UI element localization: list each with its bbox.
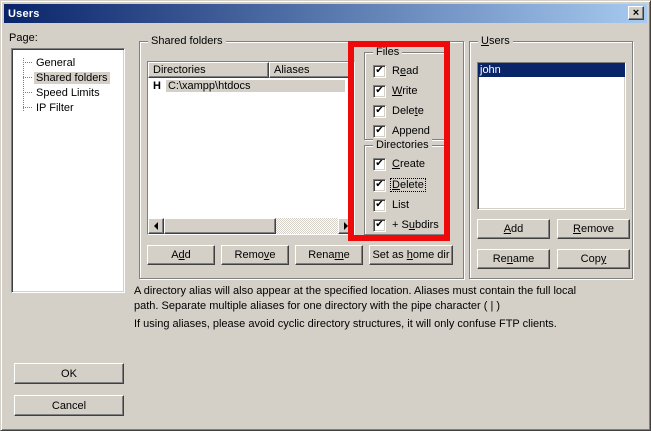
tree-branch-icon [23, 107, 32, 108]
user-row[interactable]: john [478, 63, 625, 77]
shared-folders-group: Shared folders Directories Aliases H C:\… [139, 41, 464, 279]
users-group: Users john Add Remove Rename Copy [469, 41, 633, 279]
button-label: Cancel [52, 400, 86, 412]
help-line: If using aliases, please avoid cyclic di… [134, 317, 576, 332]
button-label: Copy [581, 253, 607, 265]
create-checkbox[interactable] [373, 158, 386, 171]
checkbox-label: Write [391, 85, 418, 97]
users-group-label: Users [478, 35, 513, 47]
list-checkbox[interactable] [373, 199, 386, 212]
close-button[interactable]: × [628, 6, 644, 20]
delete-files-checkbox[interactable] [373, 105, 386, 118]
checkbox-label: Append [391, 125, 431, 137]
column-header-directories[interactable]: Directories [148, 62, 269, 78]
scroll-left-button[interactable] [148, 218, 164, 234]
checkbox-row-files-append[interactable]: Append [373, 124, 431, 138]
button-label: Add [504, 223, 524, 235]
sidebar-item-ip-filter[interactable]: IP Filter [14, 100, 122, 115]
column-header-aliases[interactable]: Aliases [269, 62, 354, 78]
remove-folder-button[interactable]: Remove [221, 245, 289, 265]
copy-user-button[interactable]: Copy [557, 249, 630, 269]
directory-path: C:\xampp\htdocs [166, 80, 345, 92]
sidebar-item-shared-folders[interactable]: Shared folders [14, 70, 122, 85]
window-title: Users [4, 8, 40, 20]
directories-list-body[interactable]: H C:\xampp\htdocs [148, 78, 354, 218]
set-as-home-dir-button[interactable]: Set as home dir [369, 245, 453, 265]
close-icon: × [633, 8, 639, 19]
checkbox-label: Delete [391, 179, 425, 191]
directories-permissions-group: Directories Create Delete List + Subdirs [364, 145, 447, 235]
scroll-thumb[interactable] [164, 218, 276, 234]
checkbox-row-dirs-subdirs[interactable]: + Subdirs [373, 218, 440, 232]
home-directory-flag: H [153, 80, 161, 92]
cancel-button[interactable]: Cancel [14, 395, 124, 416]
sidebar-item-label: Speed Limits [34, 87, 102, 99]
arrow-left-icon [150, 222, 158, 230]
alias-help-text: A directory alias will also appear at th… [134, 284, 576, 332]
files-group-label: Files [373, 46, 402, 58]
checkbox-row-dirs-create[interactable]: Create [373, 157, 426, 171]
rename-user-button[interactable]: Rename [477, 249, 550, 269]
write-checkbox[interactable] [373, 85, 386, 98]
checkbox-row-files-write[interactable]: Write [373, 84, 418, 98]
sidebar-item-speed-limits[interactable]: Speed Limits [14, 85, 122, 100]
page-tree[interactable]: General Shared folders Speed Limits IP F… [11, 48, 125, 293]
users-dialog: Users × Page: General Shared folders Spe… [0, 0, 651, 431]
page-tree-inner: General Shared folders Speed Limits IP F… [14, 51, 122, 290]
page-label: Page: [9, 32, 38, 44]
subdirs-checkbox[interactable] [373, 219, 386, 232]
checkbox-label: Create [391, 158, 426, 170]
delete-dirs-checkbox[interactable] [373, 179, 386, 192]
checkbox-label: Read [391, 65, 419, 77]
checkbox-row-files-delete[interactable]: Delete [373, 104, 425, 118]
checkbox-label: + Subdirs [391, 219, 440, 231]
checkbox-label: List [391, 199, 410, 211]
tree-branch-icon [23, 62, 32, 63]
scroll-track[interactable] [276, 218, 338, 234]
sidebar-item-label: IP Filter [34, 102, 76, 114]
h-scrollbar[interactable] [148, 218, 354, 234]
scroll-right-button[interactable] [338, 218, 354, 234]
button-label: Remove [573, 223, 614, 235]
checkbox-label: Delete [391, 105, 425, 117]
users-list[interactable]: john [477, 62, 626, 210]
shared-folders-group-label: Shared folders [148, 35, 226, 47]
add-user-button[interactable]: Add [477, 219, 550, 239]
help-line: A directory alias will also appear at th… [134, 284, 576, 299]
read-checkbox[interactable] [373, 65, 386, 78]
button-label: Set as home dir [372, 249, 449, 261]
remove-user-button[interactable]: Remove [557, 219, 630, 239]
sidebar-item-general[interactable]: General [14, 55, 122, 70]
ok-button[interactable]: OK [14, 363, 124, 384]
help-line: path. Separate multiple aliases for one … [134, 299, 576, 314]
button-label: Rename [493, 253, 535, 265]
checkbox-row-dirs-delete[interactable]: Delete [373, 178, 425, 192]
tree-branch-icon [23, 77, 32, 78]
sidebar-item-label: Shared folders [34, 72, 110, 84]
arrow-right-icon [344, 222, 352, 230]
checkbox-row-dirs-list[interactable]: List [373, 198, 410, 212]
add-folder-button[interactable]: Add [147, 245, 215, 265]
button-label: Add [171, 249, 191, 261]
sidebar-item-label: General [34, 57, 77, 69]
button-label: Remove [235, 249, 276, 261]
directories-list[interactable]: Directories Aliases H C:\xampp\htdocs [147, 61, 355, 235]
tree-branch-icon [23, 92, 32, 93]
checkbox-row-files-read[interactable]: Read [373, 64, 419, 78]
button-label: Rename [308, 249, 350, 261]
button-label: OK [61, 368, 77, 380]
directories-group-label: Directories [373, 139, 432, 151]
directories-list-header: Directories Aliases [148, 62, 354, 78]
rename-folder-button[interactable]: Rename [295, 245, 363, 265]
files-permissions-group: Files Read Write Delete Append [364, 52, 447, 140]
title-bar[interactable]: Users × [4, 4, 647, 23]
directory-row[interactable]: H C:\xampp\htdocs [148, 78, 354, 93]
append-checkbox[interactable] [373, 125, 386, 138]
